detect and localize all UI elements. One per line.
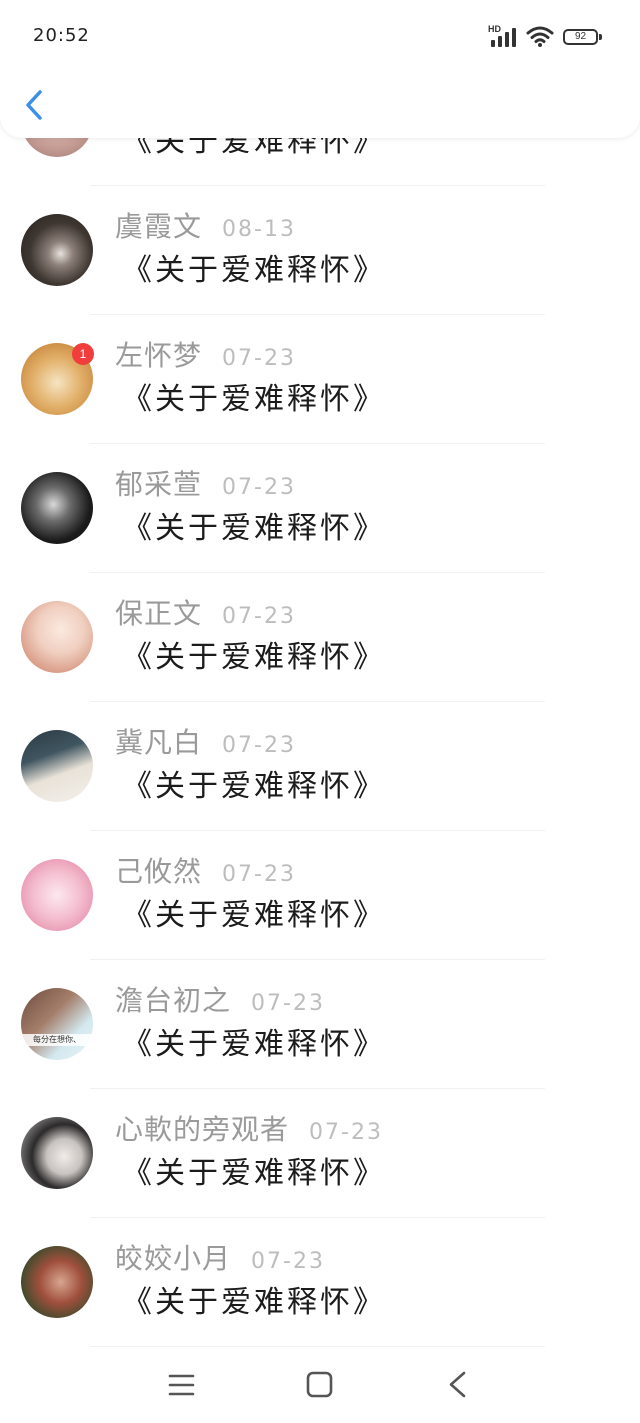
home-button[interactable] xyxy=(303,1369,337,1403)
last-message: 《关于爱难释怀》 xyxy=(122,1285,386,1320)
name-row: 澹台初之 07-23 xyxy=(115,984,325,1018)
back-button[interactable] xyxy=(18,84,52,126)
system-nav-bar xyxy=(0,1347,640,1423)
battery-indicator: 92 xyxy=(563,29,598,45)
chevron-left-icon xyxy=(26,90,42,120)
contact-name: 左怀梦 xyxy=(115,339,203,372)
conversation-item[interactable]: 保正文 07-23 《关于爱难释怀》 xyxy=(0,573,640,702)
contact-name: 心軟的旁观者 xyxy=(115,1113,290,1146)
conversation-item[interactable]: 冀凡白 07-23 《关于爱难释怀》 xyxy=(0,702,640,831)
status-time: 20:52 xyxy=(33,25,90,46)
conversation-item[interactable]: 郁采萱 07-23 《关于爱难释怀》 xyxy=(0,444,640,573)
contact-name: 冀凡白 xyxy=(115,726,203,759)
name-row: 心軟的旁观者 07-23 xyxy=(115,1113,383,1147)
avatar[interactable] xyxy=(21,1117,93,1189)
message-date: 07-23 xyxy=(309,1120,383,1145)
last-message: 《关于爱难释怀》 xyxy=(122,1156,386,1191)
contact-name: 保正文 xyxy=(115,597,203,630)
avatar[interactable] xyxy=(21,472,93,544)
system-back-button[interactable] xyxy=(441,1369,475,1403)
name-row: 保正文 07-23 xyxy=(115,597,296,631)
avatar[interactable] xyxy=(21,859,93,931)
avatar[interactable] xyxy=(21,1246,93,1318)
conversation-list: 《关于爱难释怀》 虞霞文 08-13 《关于爱难释怀》 1 左怀梦 07-23 《关… xyxy=(0,57,640,1347)
avatar[interactable] xyxy=(21,214,93,286)
last-message: 《关于爱难释怀》 xyxy=(122,640,386,675)
last-message: 《关于爱难释怀》 xyxy=(122,253,386,288)
message-date: 07-23 xyxy=(222,604,296,629)
battery-tip xyxy=(599,34,602,40)
avatar[interactable] xyxy=(21,730,93,802)
name-row: 虞霞文 08-13 xyxy=(115,210,296,244)
name-row: 己攸然 07-23 xyxy=(115,855,296,889)
contact-name: 郁采萱 xyxy=(115,468,203,501)
conversation-item[interactable]: 皎姣小月 07-23 《关于爱难释怀》 xyxy=(0,1218,640,1347)
avatar[interactable]: 每分在想你、 xyxy=(21,988,93,1060)
avatar-caption: 每分在想你、 xyxy=(21,1034,93,1046)
message-date: 07-23 xyxy=(251,1249,325,1274)
message-date: 08-13 xyxy=(222,217,296,242)
last-message: 《关于爱难释怀》 xyxy=(122,382,386,417)
message-date: 07-23 xyxy=(222,733,296,758)
last-message: 《关于爱难释怀》 xyxy=(122,511,386,546)
contact-name: 皎姣小月 xyxy=(115,1242,232,1275)
message-date: 07-23 xyxy=(251,991,325,1016)
square-home-icon xyxy=(306,1371,333,1398)
conversation-item[interactable]: 1 左怀梦 07-23 《关于爱难释怀》 xyxy=(0,315,640,444)
message-date: 07-23 xyxy=(222,475,296,500)
name-row: 皎姣小月 07-23 xyxy=(115,1242,325,1276)
contact-name: 澹台初之 xyxy=(115,984,232,1017)
name-row: 冀凡白 07-23 xyxy=(115,726,296,760)
back-chevron-icon xyxy=(449,1371,466,1398)
conversation-item[interactable]: 虞霞文 08-13 《关于爱难释怀》 xyxy=(0,186,640,315)
last-message: 《关于爱难释怀》 xyxy=(122,898,386,933)
conversation-item[interactable]: 心軟的旁观者 07-23 《关于爱难释怀》 xyxy=(0,1089,640,1218)
name-row: 左怀梦 07-23 xyxy=(115,339,296,373)
message-date: 07-23 xyxy=(222,862,296,887)
signal-icon xyxy=(491,28,516,47)
contact-name: 虞霞文 xyxy=(115,210,203,243)
header: 20:52 HD 92 xyxy=(0,0,640,138)
name-row: 郁采萱 07-23 xyxy=(115,468,296,502)
contact-name: 己攸然 xyxy=(115,855,203,888)
chat-list-screen: 《关于爱难释怀》 虞霞文 08-13 《关于爱难释怀》 1 左怀梦 07-23 《关… xyxy=(0,0,640,1423)
avatar[interactable] xyxy=(21,601,93,673)
menu-button[interactable] xyxy=(165,1369,199,1403)
last-message: 《关于爱难释怀》 xyxy=(122,769,386,804)
last-message: 《关于爱难释怀》 xyxy=(122,1027,386,1062)
wifi-icon xyxy=(526,26,554,47)
conversation-item[interactable]: 己攸然 07-23 《关于爱难释怀》 xyxy=(0,831,640,960)
conversation-item[interactable]: 每分在想你、 澹台初之 07-23 《关于爱难释怀》 xyxy=(0,960,640,1089)
menu-icon xyxy=(168,1374,195,1396)
unread-badge: 1 xyxy=(72,343,94,365)
message-date: 07-23 xyxy=(222,346,296,371)
